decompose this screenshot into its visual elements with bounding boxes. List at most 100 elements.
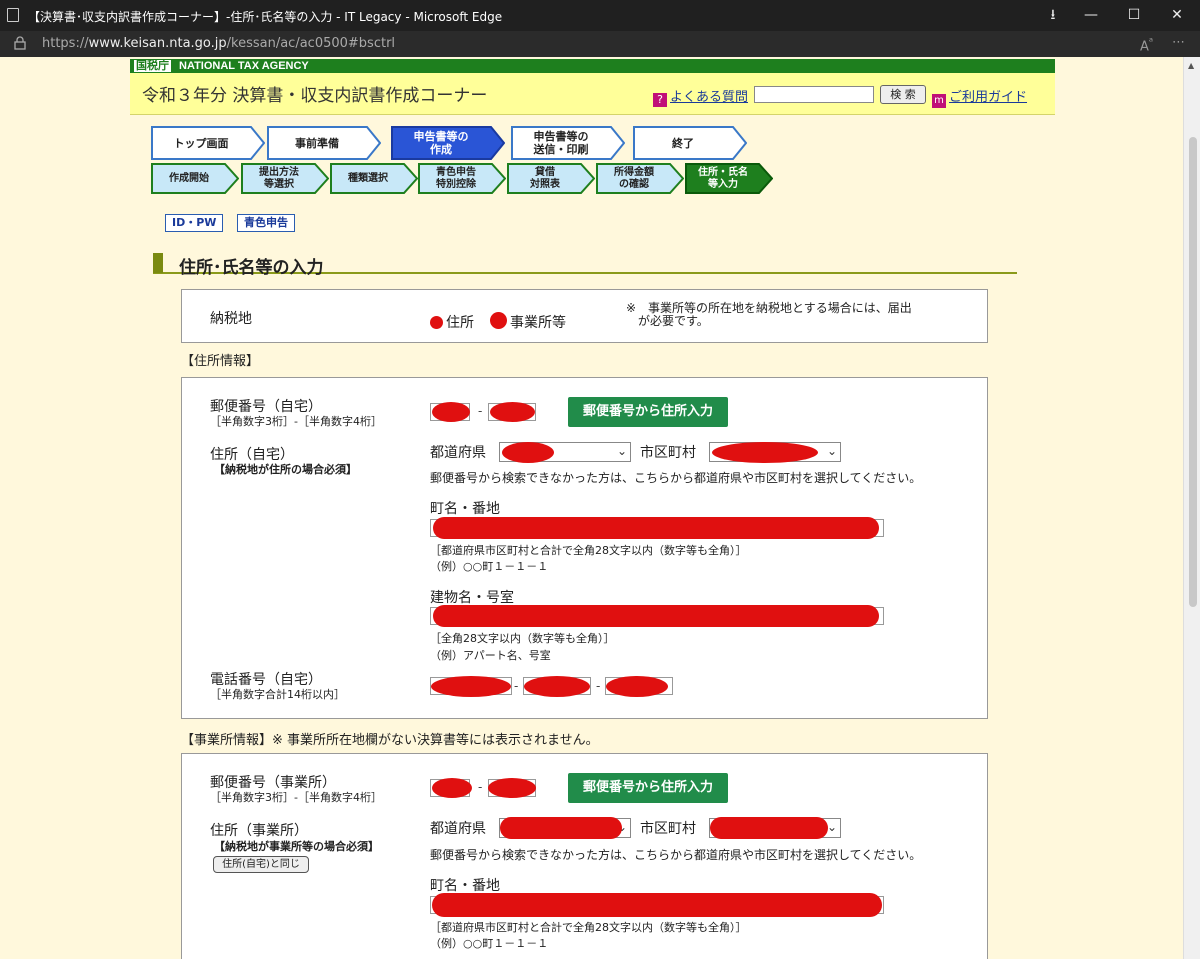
corner-title: 令和３年分 決算書・収支内訳書作成コーナー (142, 86, 488, 106)
close-button[interactable]: ✕ (1156, 0, 1198, 31)
chevron-down-icon: ⌄ (826, 820, 837, 834)
redaction (712, 442, 818, 463)
office-city-label: 市区町村 (640, 821, 696, 837)
home-town-note1: ［都道府県市区町村と合計で全角28文字以内（数字等も全角）］ (430, 544, 747, 557)
office-address-note: 【納税地が事業所等の場合必須】 (214, 840, 379, 853)
chevron-down-icon: ⌄ (826, 444, 837, 458)
step-label: トップ画面 (173, 136, 229, 150)
home-bldg-note2: （例）アパート名、号室 (430, 649, 551, 662)
redaction (606, 676, 668, 697)
office-heading: 【事業所情報】※ 事業所所在地欄がない決算書等には表示されません。 (181, 733, 599, 748)
minimize-button[interactable]: — (1070, 0, 1112, 31)
office-town-note1: ［都道府県市区町村と合計で全角28文字以内（数字等も全角）］ (430, 921, 747, 934)
maximize-button[interactable]: ☐ (1113, 0, 1155, 31)
step-label: 申告書等の 送信・印刷 (533, 130, 589, 156)
section-marker (153, 253, 163, 273)
redaction (500, 817, 622, 839)
redaction (431, 676, 511, 697)
same-as-home-button[interactable]: 住所(自宅)と同じ (213, 856, 309, 873)
radio-dot (430, 316, 443, 329)
more-icon[interactable]: ⋯ (1172, 35, 1185, 50)
step-label: 事前準備 (295, 136, 339, 150)
lock-icon (14, 36, 26, 50)
step-3[interactable]: 申告書等の 作成 (391, 126, 505, 160)
corner-header: 令和３年分 決算書・収支内訳書作成コーナー ? よくある質問 検 索 m ご利用ガイ… (130, 73, 1055, 115)
step-label: 貸借 対照表 (530, 166, 560, 190)
home-bldg-note1: ［全角28文字以内（数字等も全角）］ (430, 632, 615, 645)
page-favicon-icon (7, 8, 19, 22)
home-address-note: 【納税地が住所の場合必須】 (214, 463, 357, 476)
step-1[interactable]: トップ画面 (151, 126, 265, 160)
chevron-down-icon: ⌄ (616, 444, 627, 458)
step-5[interactable]: 終了 (633, 126, 747, 160)
book-icon: m (932, 94, 946, 108)
id-pw-button[interactable]: ID・PW (165, 214, 224, 232)
home-search-note: 郵便番号から検索できなかった方は、こちらから都道府県や市区町村を選択してください… (430, 471, 922, 485)
vertical-scrollbar[interactable]: ▲ (1183, 57, 1200, 959)
dash: - (596, 679, 601, 693)
search-button[interactable]: 検 索 (880, 85, 926, 104)
window-title: 【決算書･収支内訳書作成コーナー】-住所･氏名等の入力 - IT Legacy … (28, 10, 503, 24)
step-4[interactable]: 申告書等の 送信・印刷 (511, 126, 625, 160)
read-aloud-icon[interactable]: Aᵃ (1140, 35, 1153, 54)
browser-titlebar: 【決算書･収支内訳書作成コーナー】-住所･氏名等の入力 - IT Legacy … (0, 0, 1200, 31)
section-title-text: 住所･氏名等の入力 (179, 258, 324, 278)
nta-banner: 国税庁 NATIONAL TAX AGENCY (130, 59, 1055, 73)
tax-place-label: 納税地 (210, 311, 252, 327)
substep-4[interactable]: 青色申告 特別控除 (418, 163, 506, 194)
office-search-note: 郵便番号から検索できなかった方は、こちらから都道府県や市区町村を選択してください… (430, 848, 922, 862)
office-town-label: 町名・番地 (430, 878, 500, 894)
office-address-label: 住所（事業所） (210, 823, 308, 839)
step-label: 終了 (672, 136, 694, 150)
question-icon: ? (653, 93, 667, 107)
substep-7[interactable]: 住所・氏名 等入力 (685, 163, 773, 194)
tax-place-note: ※ 事業所等の所在地を納税地とする場合には、届出 が必要です。 (626, 301, 912, 328)
home-heading: 【住所情報】 (181, 354, 260, 369)
downloads-icon[interactable]: ⭳ (1032, 0, 1074, 31)
guide-link[interactable]: m ご利用ガイド (932, 86, 1027, 108)
redaction (488, 778, 536, 798)
redaction (524, 676, 590, 697)
search-input[interactable] (754, 86, 874, 103)
step-2[interactable]: 事前準備 (267, 126, 381, 160)
dash: - (478, 404, 483, 418)
redaction (490, 402, 535, 422)
redaction (432, 893, 882, 917)
radio-office[interactable]: 事業所等 (490, 312, 566, 332)
blue-return-button[interactable]: 青色申告 (237, 214, 295, 232)
home-town-note2: （例）○○町１－１－１ (430, 560, 549, 573)
substep-6[interactable]: 所得金額 の確認 (596, 163, 684, 194)
redaction (502, 442, 554, 463)
redaction (432, 778, 472, 798)
substep-3[interactable]: 種類選択 (330, 163, 418, 194)
address-bar[interactable]: https://www.keisan.nta.go.jp/kessan/ac/a… (0, 31, 1200, 57)
dash: - (514, 679, 519, 693)
step-label: 所得金額 の確認 (614, 166, 654, 190)
office-pref-label: 都道府県 (430, 821, 486, 837)
redaction (432, 402, 470, 422)
home-phone-note: ［半角数字合計14桁以内］ (210, 688, 345, 701)
office-postal-search-button[interactable]: 郵便番号から住所入力 (568, 773, 728, 803)
radio-home[interactable]: 住所 (430, 312, 474, 332)
substep-1[interactable]: 作成開始 (151, 163, 239, 194)
redaction (433, 517, 879, 539)
substep-5[interactable]: 貸借 対照表 (507, 163, 595, 194)
substep-2[interactable]: 提出方法 等選択 (241, 163, 329, 194)
step-label: 種類選択 (348, 172, 388, 184)
step-label: 申告書等の 作成 (413, 130, 469, 156)
url-text[interactable]: https://www.keisan.nta.go.jp/kessan/ac/a… (42, 36, 395, 51)
office-town-note2: （例）○○町１－１－１ (430, 937, 549, 950)
home-postal-search-button[interactable]: 郵便番号から住所入力 (568, 397, 728, 427)
scrollbar-thumb[interactable] (1189, 137, 1197, 607)
home-postal-note: ［半角数字3桁］-［半角数字4桁］ (210, 415, 382, 428)
step-label: 作成開始 (169, 172, 209, 184)
home-pref-label: 都道府県 (430, 445, 486, 461)
home-town-label: 町名・番地 (430, 501, 500, 517)
step-label: 青色申告 特別控除 (436, 166, 476, 190)
faq-link[interactable]: ? よくある質問 (653, 86, 748, 107)
scroll-up-icon[interactable]: ▲ (1188, 61, 1194, 70)
home-bldg-label: 建物名・号室 (430, 590, 514, 606)
section-title: 住所･氏名等の入力 (153, 252, 1017, 278)
redaction (710, 817, 828, 839)
step-label: 住所・氏名 等入力 (698, 166, 748, 190)
